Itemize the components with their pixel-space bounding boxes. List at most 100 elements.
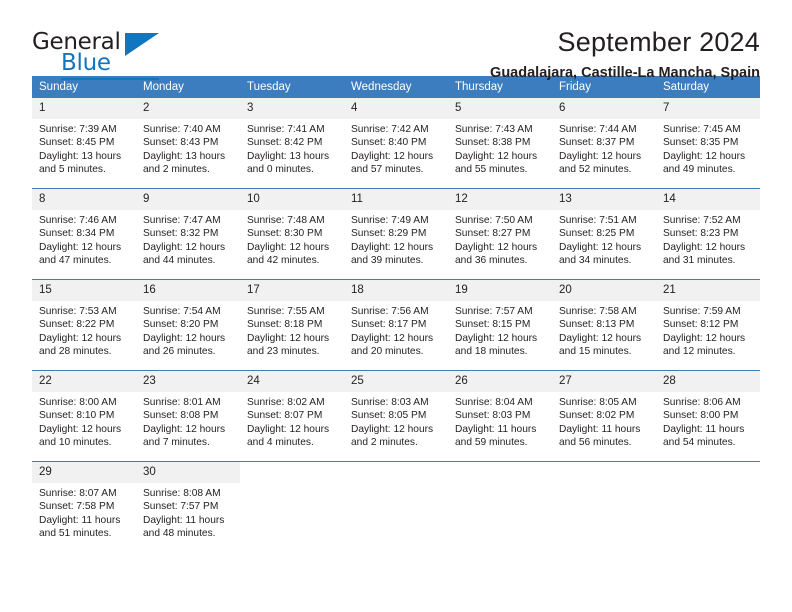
day-number: 19 [448, 280, 552, 301]
day-details: Sunrise: 8:01 AM Sunset: 8:08 PM Daylight:… [136, 392, 240, 450]
day-cell[interactable]: 29 Sunrise: 8:07 AM Sunset: 7:58 PM Dayligh… [32, 461, 136, 552]
day-cell-inner: 24 Sunrise: 8:02 AM Sunset: 8:07 PM Dayligh… [240, 371, 344, 461]
day-number: 15 [32, 280, 136, 301]
day-details: Sunrise: 7:55 AM Sunset: 8:18 PM Daylight:… [240, 301, 344, 359]
day-cell[interactable]: 23 Sunrise: 8:01 AM Sunset: 8:08 PM Dayligh… [136, 370, 240, 462]
day-details: Sunrise: 8:02 AM Sunset: 8:07 PM Daylight:… [240, 392, 344, 450]
day-details: Sunrise: 8:03 AM Sunset: 8:05 PM Daylight:… [344, 392, 448, 450]
daylight-text-line1: Daylight: 11 hours [39, 514, 121, 526]
sunset-text: Sunset: 8:02 PM [559, 410, 635, 422]
day-cell[interactable]: 25 Sunrise: 8:03 AM Sunset: 8:05 PM Dayligh… [344, 370, 448, 462]
day-cell[interactable]: 4 Sunrise: 7:42 AM Sunset: 8:40 PM Daylight… [344, 98, 448, 189]
sunrise-text: Sunrise: 8:03 AM [351, 397, 429, 408]
day-details: Sunrise: 8:06 AM Sunset: 8:00 PM Daylight:… [656, 392, 760, 450]
day-cell[interactable]: 14 Sunrise: 7:52 AM Sunset: 8:23 PM Dayligh… [656, 188, 760, 280]
daylight-text-line1: Daylight: 12 hours [455, 150, 538, 162]
day-number: 18 [344, 280, 448, 301]
sunset-text: Sunset: 8:30 PM [247, 228, 323, 240]
title-block: September 2024 Guadalajara, Castille-La … [162, 26, 760, 83]
day-number: 17 [240, 280, 344, 301]
daylight-text-line2: and 28 minutes. [39, 346, 112, 358]
sunrise-text: Sunrise: 7:59 AM [663, 306, 741, 317]
calendar-week-row: 22 Sunrise: 8:00 AM Sunset: 8:10 PM Dayligh… [32, 370, 760, 462]
day-cell[interactable]: 21 Sunrise: 7:59 AM Sunset: 8:12 PM Dayligh… [656, 279, 760, 371]
day-cell[interactable]: 11 Sunrise: 7:49 AM Sunset: 8:29 PM Dayligh… [344, 188, 448, 280]
day-cell[interactable]: 27 Sunrise: 8:05 AM Sunset: 8:02 PM Dayligh… [552, 370, 656, 462]
day-cell[interactable]: 8 Sunrise: 7:46 AM Sunset: 8:34 PM Daylight… [32, 188, 136, 280]
day-cell[interactable]: 30 Sunrise: 8:08 AM Sunset: 7:57 PM Dayligh… [136, 461, 240, 552]
sunset-text: Sunset: 8:37 PM [559, 137, 635, 149]
day-cell[interactable]: 18 Sunrise: 7:56 AM Sunset: 8:17 PM Dayligh… [344, 279, 448, 371]
day-cell[interactable]: 16 Sunrise: 7:54 AM Sunset: 8:20 PM Dayligh… [136, 279, 240, 371]
day-cell-inner: 12 Sunrise: 7:50 AM Sunset: 8:27 PM Dayligh… [448, 189, 552, 279]
daylight-text-line1: Daylight: 13 hours [39, 150, 122, 162]
day-number: 20 [552, 280, 656, 301]
daylight-text-line2: and 0 minutes. [247, 164, 314, 176]
sunrise-text: Sunrise: 7:42 AM [351, 124, 429, 135]
day-cell-inner: 8 Sunrise: 7:46 AM Sunset: 8:34 PM Daylight… [32, 189, 136, 279]
day-cell[interactable]: 5 Sunrise: 7:43 AM Sunset: 8:38 PM Daylight… [448, 98, 552, 189]
sunrise-text: Sunrise: 7:41 AM [247, 124, 325, 135]
day-cell[interactable]: 22 Sunrise: 8:00 AM Sunset: 8:10 PM Dayligh… [32, 370, 136, 462]
sunset-text: Sunset: 8:07 PM [247, 410, 323, 422]
day-cell[interactable]: 1 Sunrise: 7:39 AM Sunset: 8:45 PM Daylight… [32, 98, 136, 189]
day-number: 13 [552, 189, 656, 210]
day-details: Sunrise: 7:48 AM Sunset: 8:30 PM Daylight:… [240, 210, 344, 268]
daylight-text-line2: and 2 minutes. [351, 437, 418, 449]
daylight-text-line1: Daylight: 12 hours [143, 241, 226, 253]
day-number: 14 [656, 189, 760, 210]
daylight-text-line2: and 52 minutes. [559, 164, 632, 176]
day-cell-inner: 9 Sunrise: 7:47 AM Sunset: 8:32 PM Daylight… [136, 189, 240, 279]
day-cell-inner: 3 Sunrise: 7:41 AM Sunset: 8:42 PM Daylight… [240, 98, 344, 188]
daylight-text-line2: and 7 minutes. [143, 437, 210, 449]
daylight-text-line1: Daylight: 11 hours [663, 423, 745, 435]
day-cell[interactable]: 28 Sunrise: 8:06 AM Sunset: 8:00 PM Dayligh… [656, 370, 760, 462]
day-cell[interactable]: 6 Sunrise: 7:44 AM Sunset: 8:37 PM Daylight… [552, 98, 656, 189]
sunset-text: Sunset: 8:20 PM [143, 319, 219, 331]
day-cell[interactable]: 26 Sunrise: 8:04 AM Sunset: 8:03 PM Dayligh… [448, 370, 552, 462]
logo-text-blue: Blue [61, 50, 111, 76]
sunset-text: Sunset: 8:34 PM [39, 228, 115, 240]
sunrise-text: Sunrise: 8:07 AM [39, 488, 117, 499]
sunset-text: Sunset: 8:40 PM [351, 137, 427, 149]
daylight-text-line1: Daylight: 12 hours [247, 423, 330, 435]
sunrise-text: Sunrise: 8:08 AM [143, 488, 221, 499]
day-cell-inner: 20 Sunrise: 7:58 AM Sunset: 8:13 PM Dayligh… [552, 280, 656, 370]
day-number: 7 [656, 98, 760, 119]
daylight-text-line2: and 4 minutes. [247, 437, 314, 449]
day-cell[interactable]: 20 Sunrise: 7:58 AM Sunset: 8:13 PM Dayligh… [552, 279, 656, 371]
day-cell-inner [240, 462, 344, 552]
day-cell[interactable]: 12 Sunrise: 7:50 AM Sunset: 8:27 PM Dayligh… [448, 188, 552, 280]
day-cell-inner: 1 Sunrise: 7:39 AM Sunset: 8:45 PM Daylight… [32, 98, 136, 188]
day-cell[interactable]: 3 Sunrise: 7:41 AM Sunset: 8:42 PM Daylight… [240, 98, 344, 189]
day-cell[interactable]: 10 Sunrise: 7:48 AM Sunset: 8:30 PM Dayligh… [240, 188, 344, 280]
daylight-text-line1: Daylight: 12 hours [663, 332, 746, 344]
day-cell[interactable]: 17 Sunrise: 7:55 AM Sunset: 8:18 PM Dayligh… [240, 279, 344, 371]
day-cell[interactable]: 13 Sunrise: 7:51 AM Sunset: 8:25 PM Dayligh… [552, 188, 656, 280]
day-cell[interactable]: 7 Sunrise: 7:45 AM Sunset: 8:35 PM Daylight… [656, 98, 760, 189]
day-details: Sunrise: 7:54 AM Sunset: 8:20 PM Daylight:… [136, 301, 240, 359]
day-cell[interactable]: 15 Sunrise: 7:53 AM Sunset: 8:22 PM Dayligh… [32, 279, 136, 371]
sunrise-text: Sunrise: 7:46 AM [39, 215, 117, 226]
day-number [344, 462, 448, 483]
sunrise-text: Sunrise: 7:40 AM [143, 124, 221, 135]
day-cell[interactable]: 24 Sunrise: 8:02 AM Sunset: 8:07 PM Dayligh… [240, 370, 344, 462]
sunset-text: Sunset: 8:15 PM [455, 319, 531, 331]
day-details: Sunrise: 7:49 AM Sunset: 8:29 PM Daylight:… [344, 210, 448, 268]
calendar-week-row: 15 Sunrise: 7:53 AM Sunset: 8:22 PM Dayligh… [32, 279, 760, 371]
day-details [656, 483, 760, 487]
daylight-text-line2: and 48 minutes. [143, 528, 216, 540]
day-cell-inner: 25 Sunrise: 8:03 AM Sunset: 8:05 PM Dayligh… [344, 371, 448, 461]
day-cell-inner: 15 Sunrise: 7:53 AM Sunset: 8:22 PM Dayligh… [32, 280, 136, 370]
daylight-text-line2: and 12 minutes. [663, 346, 736, 358]
sunset-text: Sunset: 8:03 PM [455, 410, 531, 422]
daylight-text-line1: Daylight: 12 hours [663, 241, 746, 253]
sunrise-text: Sunrise: 7:44 AM [559, 124, 637, 135]
day-cell[interactable]: 9 Sunrise: 7:47 AM Sunset: 8:32 PM Daylight… [136, 188, 240, 280]
sunrise-text: Sunrise: 7:53 AM [39, 306, 117, 317]
general-blue-logo[interactable]: General Blue [32, 26, 162, 80]
day-details: Sunrise: 7:51 AM Sunset: 8:25 PM Daylight:… [552, 210, 656, 268]
day-cell[interactable]: 19 Sunrise: 7:57 AM Sunset: 8:15 PM Dayligh… [448, 279, 552, 371]
day-cell[interactable]: 2 Sunrise: 7:40 AM Sunset: 8:43 PM Daylight… [136, 98, 240, 189]
logo-underline [61, 78, 159, 80]
